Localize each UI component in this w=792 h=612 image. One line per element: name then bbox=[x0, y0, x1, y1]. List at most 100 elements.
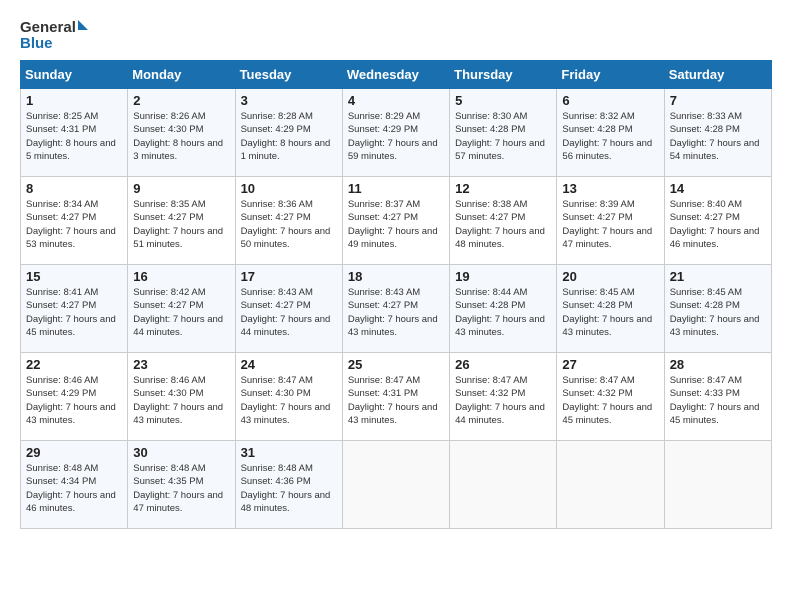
calendar-cell bbox=[450, 441, 557, 529]
calendar-cell: 15 Sunrise: 8:41 AMSunset: 4:27 PMDayligh… bbox=[21, 265, 128, 353]
header-day-tuesday: Tuesday bbox=[235, 61, 342, 89]
day-number: 28 bbox=[670, 357, 766, 372]
calendar-week-row: 22 Sunrise: 8:46 AMSunset: 4:29 PMDayligh… bbox=[21, 353, 772, 441]
day-info: Sunrise: 8:47 AMSunset: 4:32 PMDaylight:… bbox=[562, 374, 658, 427]
calendar-cell: 17 Sunrise: 8:43 AMSunset: 4:27 PMDayligh… bbox=[235, 265, 342, 353]
header-day-sunday: Sunday bbox=[21, 61, 128, 89]
day-number: 22 bbox=[26, 357, 122, 372]
calendar-cell: 25Sunrise: 8:47 AMSunset: 4:31 PMDayligh… bbox=[342, 353, 449, 441]
calendar-cell: 14 Sunrise: 8:40 AMSunset: 4:27 PMDayligh… bbox=[664, 177, 771, 265]
day-info: Sunrise: 8:34 AMSunset: 4:27 PMDaylight:… bbox=[26, 198, 122, 251]
header-day-friday: Friday bbox=[557, 61, 664, 89]
day-number: 3 bbox=[241, 93, 337, 108]
calendar-cell: 11 Sunrise: 8:37 AMSunset: 4:27 PMDayligh… bbox=[342, 177, 449, 265]
day-number: 23 bbox=[133, 357, 229, 372]
day-info: Sunrise: 8:26 AMSunset: 4:30 PMDaylight:… bbox=[133, 110, 229, 163]
calendar-cell: 2 Sunrise: 8:26 AMSunset: 4:30 PMDaylight… bbox=[128, 89, 235, 177]
day-info: Sunrise: 8:48 AMSunset: 4:36 PMDaylight:… bbox=[241, 462, 337, 515]
day-number: 1 bbox=[26, 93, 122, 108]
calendar-cell bbox=[342, 441, 449, 529]
logo-icon: GeneralBlue bbox=[20, 16, 90, 52]
calendar-cell: 1 Sunrise: 8:25 AMSunset: 4:31 PMDaylight… bbox=[21, 89, 128, 177]
day-info: Sunrise: 8:46 AMSunset: 4:29 PMDaylight:… bbox=[26, 374, 122, 427]
day-number: 16 bbox=[133, 269, 229, 284]
day-info: Sunrise: 8:25 AMSunset: 4:31 PMDaylight:… bbox=[26, 110, 122, 163]
day-number: 26 bbox=[455, 357, 551, 372]
day-info: Sunrise: 8:47 AMSunset: 4:32 PMDaylight:… bbox=[455, 374, 551, 427]
day-number: 27 bbox=[562, 357, 658, 372]
day-info: Sunrise: 8:48 AMSunset: 4:35 PMDaylight:… bbox=[133, 462, 229, 515]
calendar-cell: 16 Sunrise: 8:42 AMSunset: 4:27 PMDayligh… bbox=[128, 265, 235, 353]
day-info: Sunrise: 8:28 AMSunset: 4:29 PMDaylight:… bbox=[241, 110, 337, 163]
day-info: Sunrise: 8:30 AMSunset: 4:28 PMDaylight:… bbox=[455, 110, 551, 163]
calendar-cell: 4 Sunrise: 8:29 AMSunset: 4:29 PMDaylight… bbox=[342, 89, 449, 177]
svg-text:Blue: Blue bbox=[20, 35, 53, 52]
day-info: Sunrise: 8:48 AMSunset: 4:34 PMDaylight:… bbox=[26, 462, 122, 515]
day-info: Sunrise: 8:45 AMSunset: 4:28 PMDaylight:… bbox=[562, 286, 658, 339]
calendar-table: SundayMondayTuesdayWednesdayThursdayFrid… bbox=[20, 60, 772, 529]
calendar-cell: 30 Sunrise: 8:48 AMSunset: 4:35 PMDayligh… bbox=[128, 441, 235, 529]
day-info: Sunrise: 8:38 AMSunset: 4:27 PMDaylight:… bbox=[455, 198, 551, 251]
day-number: 24 bbox=[241, 357, 337, 372]
calendar-body: 1 Sunrise: 8:25 AMSunset: 4:31 PMDaylight… bbox=[21, 89, 772, 529]
calendar-cell: 8Sunrise: 8:34 AMSunset: 4:27 PMDaylight… bbox=[21, 177, 128, 265]
day-info: Sunrise: 8:40 AMSunset: 4:27 PMDaylight:… bbox=[670, 198, 766, 251]
day-info: Sunrise: 8:29 AMSunset: 4:29 PMDaylight:… bbox=[348, 110, 444, 163]
day-number: 13 bbox=[562, 181, 658, 196]
header-day-saturday: Saturday bbox=[664, 61, 771, 89]
day-info: Sunrise: 8:37 AMSunset: 4:27 PMDaylight:… bbox=[348, 198, 444, 251]
day-number: 4 bbox=[348, 93, 444, 108]
day-number: 21 bbox=[670, 269, 766, 284]
day-info: Sunrise: 8:42 AMSunset: 4:27 PMDaylight:… bbox=[133, 286, 229, 339]
day-info: Sunrise: 8:41 AMSunset: 4:27 PMDaylight:… bbox=[26, 286, 122, 339]
calendar-cell: 27 Sunrise: 8:47 AMSunset: 4:32 PMDayligh… bbox=[557, 353, 664, 441]
calendar-cell: 3 Sunrise: 8:28 AMSunset: 4:29 PMDaylight… bbox=[235, 89, 342, 177]
calendar-cell: 10Sunrise: 8:36 AMSunset: 4:27 PMDayligh… bbox=[235, 177, 342, 265]
calendar-cell: 13Sunrise: 8:39 AMSunset: 4:27 PMDayligh… bbox=[557, 177, 664, 265]
calendar-cell: 22 Sunrise: 8:46 AMSunset: 4:29 PMDayligh… bbox=[21, 353, 128, 441]
day-number: 11 bbox=[348, 181, 444, 196]
day-info: Sunrise: 8:32 AMSunset: 4:28 PMDaylight:… bbox=[562, 110, 658, 163]
calendar-cell: 18Sunrise: 8:43 AMSunset: 4:27 PMDayligh… bbox=[342, 265, 449, 353]
day-number: 15 bbox=[26, 269, 122, 284]
day-number: 17 bbox=[241, 269, 337, 284]
logo: GeneralBlue bbox=[20, 16, 90, 52]
day-info: Sunrise: 8:46 AMSunset: 4:30 PMDaylight:… bbox=[133, 374, 229, 427]
day-info: Sunrise: 8:43 AMSunset: 4:27 PMDaylight:… bbox=[241, 286, 337, 339]
svg-text:General: General bbox=[20, 19, 76, 36]
calendar-cell: 29 Sunrise: 8:48 AMSunset: 4:34 PMDayligh… bbox=[21, 441, 128, 529]
calendar-cell bbox=[664, 441, 771, 529]
day-info: Sunrise: 8:43 AMSunset: 4:27 PMDaylight:… bbox=[348, 286, 444, 339]
header-day-thursday: Thursday bbox=[450, 61, 557, 89]
calendar-cell: 6 Sunrise: 8:32 AMSunset: 4:28 PMDaylight… bbox=[557, 89, 664, 177]
calendar-cell: 5Sunrise: 8:30 AMSunset: 4:28 PMDaylight… bbox=[450, 89, 557, 177]
header: GeneralBlue bbox=[20, 16, 772, 52]
calendar-cell: 26 Sunrise: 8:47 AMSunset: 4:32 PMDayligh… bbox=[450, 353, 557, 441]
day-number: 29 bbox=[26, 445, 122, 460]
header-day-wednesday: Wednesday bbox=[342, 61, 449, 89]
calendar-cell: 9 Sunrise: 8:35 AMSunset: 4:27 PMDaylight… bbox=[128, 177, 235, 265]
day-number: 6 bbox=[562, 93, 658, 108]
day-info: Sunrise: 8:45 AMSunset: 4:28 PMDaylight:… bbox=[670, 286, 766, 339]
calendar-header-row: SundayMondayTuesdayWednesdayThursdayFrid… bbox=[21, 61, 772, 89]
day-number: 20 bbox=[562, 269, 658, 284]
day-number: 9 bbox=[133, 181, 229, 196]
day-info: Sunrise: 8:44 AMSunset: 4:28 PMDaylight:… bbox=[455, 286, 551, 339]
calendar-cell: 28Sunrise: 8:47 AMSunset: 4:33 PMDayligh… bbox=[664, 353, 771, 441]
calendar-cell: 31Sunrise: 8:48 AMSunset: 4:36 PMDayligh… bbox=[235, 441, 342, 529]
calendar-cell: 24 Sunrise: 8:47 AMSunset: 4:30 PMDayligh… bbox=[235, 353, 342, 441]
calendar-cell: 19Sunrise: 8:44 AMSunset: 4:28 PMDayligh… bbox=[450, 265, 557, 353]
day-info: Sunrise: 8:47 AMSunset: 4:30 PMDaylight:… bbox=[241, 374, 337, 427]
day-number: 25 bbox=[348, 357, 444, 372]
day-number: 30 bbox=[133, 445, 229, 460]
day-info: Sunrise: 8:33 AMSunset: 4:28 PMDaylight:… bbox=[670, 110, 766, 163]
day-number: 14 bbox=[670, 181, 766, 196]
day-number: 2 bbox=[133, 93, 229, 108]
calendar-cell: 20 Sunrise: 8:45 AMSunset: 4:28 PMDayligh… bbox=[557, 265, 664, 353]
calendar-cell: 23 Sunrise: 8:46 AMSunset: 4:30 PMDayligh… bbox=[128, 353, 235, 441]
day-info: Sunrise: 8:35 AMSunset: 4:27 PMDaylight:… bbox=[133, 198, 229, 251]
calendar-cell: 7 Sunrise: 8:33 AMSunset: 4:28 PMDaylight… bbox=[664, 89, 771, 177]
day-number: 7 bbox=[670, 93, 766, 108]
header-day-monday: Monday bbox=[128, 61, 235, 89]
calendar-week-row: 8Sunrise: 8:34 AMSunset: 4:27 PMDaylight… bbox=[21, 177, 772, 265]
